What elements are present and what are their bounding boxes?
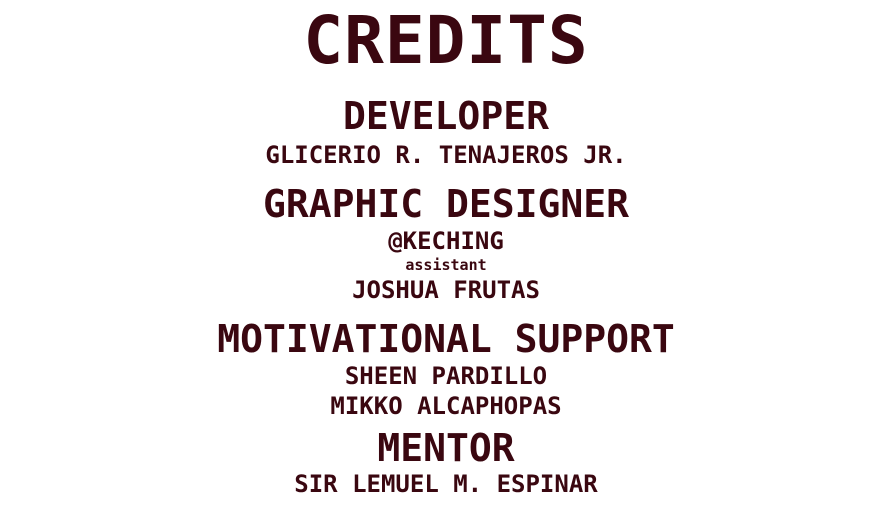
credit-name-developer: GLICERIO R. TENAJEROS JR. (265, 141, 627, 169)
section-heading-developer: DEVELOPER (343, 94, 549, 138)
credit-name-assistant: JOSHUA FRUTAS (352, 276, 540, 304)
credit-name-support-1: SHEEN PARDILLO (344, 362, 548, 390)
section-heading-motivational-support: MOTIVATIONAL SUPPORT (217, 317, 675, 361)
credits-title: CREDITS (303, 2, 589, 79)
credit-name-graphic-designer: @KECHING (388, 227, 504, 255)
credit-name-mentor: SIR LEMUEL M. ESPINAR (294, 470, 598, 498)
section-heading-mentor: MENTOR (377, 426, 515, 470)
credit-name-support-2: MIKKO ALCAPHOPAS (330, 392, 562, 420)
assistant-label: assistant (405, 256, 487, 274)
section-heading-graphic-designer: GRAPHIC DESIGNER (262, 182, 630, 226)
credits-screen: CREDITS DEVELOPER GLICERIO R. TENAJEROS … (0, 0, 892, 515)
